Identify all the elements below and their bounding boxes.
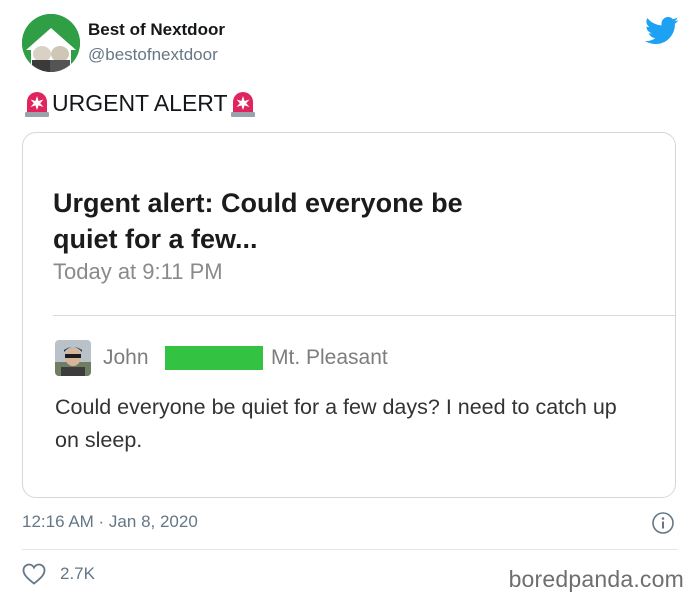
like-button[interactable]: 2.7K (22, 563, 95, 585)
tweet-text: URGENT ALERT (22, 88, 258, 118)
card-time: Today at 9:11 PM (53, 259, 223, 284)
tweet-timestamp[interactable]: 12:16 AM · Jan 8, 2020 (22, 512, 198, 532)
post-author-avatar (55, 340, 91, 376)
card-divider (53, 315, 675, 316)
muppet-avatar-icon (22, 14, 80, 72)
police-siren-icon (230, 92, 255, 117)
footer-divider (22, 549, 678, 550)
post-body: Could everyone be quiet for a few days? … (55, 395, 617, 452)
author-display-name[interactable]: Best of Nextdoor (88, 20, 225, 40)
twitter-logo-icon[interactable] (645, 16, 679, 46)
watermark: boredpanda.com (508, 566, 684, 592)
tweet-text-label: URGENT ALERT (52, 89, 228, 116)
author-handle[interactable]: @bestofnextdoor (88, 45, 218, 65)
heart-icon (22, 563, 46, 585)
redaction-bar (165, 346, 263, 370)
embedded-image-card[interactable]: Urgent alert: Could everyone be quiet fo… (22, 132, 676, 498)
post-author-name: John (103, 346, 149, 369)
like-count: 2.7K (60, 564, 95, 583)
post-location: Mt. Pleasant (271, 346, 388, 369)
card-headline: Urgent alert: Could everyone be quiet fo… (53, 188, 463, 254)
police-siren-icon (25, 92, 49, 117)
author-avatar[interactable] (22, 14, 80, 72)
info-icon[interactable] (651, 511, 675, 535)
